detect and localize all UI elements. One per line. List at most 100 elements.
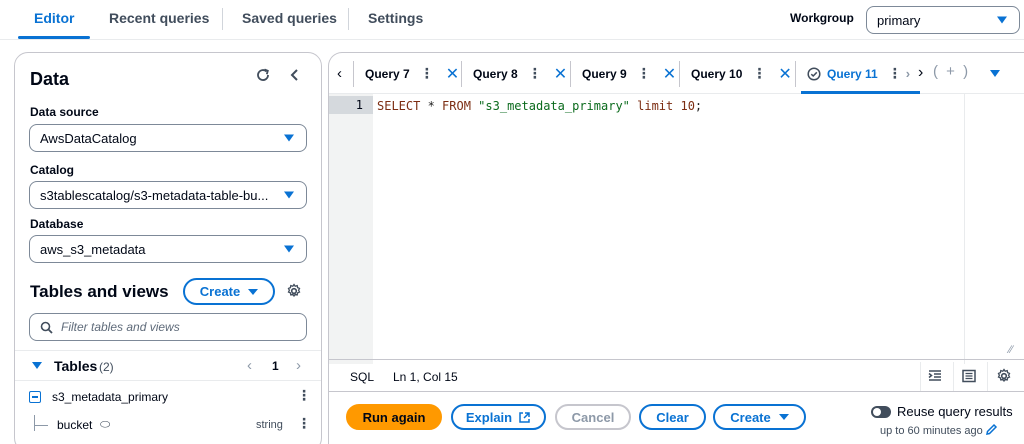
chevron-down-icon [997,16,1007,24]
tab-divider [353,61,354,87]
workgroup-label: Workgroup [790,11,854,25]
more-icon[interactable]: ⋮ [888,65,902,82]
tab-divider [348,8,349,30]
edit-pencil-icon[interactable] [985,423,998,441]
truncated-close-icon[interactable]: › [906,66,910,81]
more-icon[interactable]: ⋮ [420,65,434,82]
expand-icon[interactable] [32,362,42,369]
query-editor-panel: ‹ Query 7 ⋮ ✕ Query 8 ⋮ ✕ Query 9 ⋮ ✕ Qu… [328,52,1024,392]
code-string: "s3_metadata_primary" [478,99,630,113]
tab-divider [222,8,223,30]
caret-down-icon [778,414,789,420]
gear-icon[interactable] [286,283,302,304]
divider [920,362,921,391]
collapse-panel-icon[interactable] [287,67,303,88]
tab-label: Query 10 [691,66,743,81]
tab-label: Query 8 [473,66,518,81]
editor-status-bar: SQL Ln 1, Col 15 [329,359,1024,391]
tab-divider [461,61,462,87]
format-query-icon[interactable] [927,368,943,387]
table-menu-icon[interactable]: ⋮ [297,387,311,404]
close-icon[interactable]: ✕ [663,64,676,84]
add-tab-icon[interactable]: ( + ) [933,63,970,80]
filter-tables-input[interactable]: Filter tables and views [29,313,307,341]
clear-button[interactable]: Clear [639,404,706,430]
run-again-button[interactable]: Run again [346,404,442,430]
data-source-label: Data source [30,105,99,119]
code-operator: * [420,99,443,113]
create-label: Create [199,284,241,299]
tab-query-7[interactable]: Query 7 ⋮ ✕ [365,53,459,94]
tab-recent-queries[interactable]: Recent queries [109,0,209,40]
query-tabs: ‹ Query 7 ⋮ ✕ Query 8 ⋮ ✕ Query 9 ⋮ ✕ Qu… [329,53,1024,94]
create-table-button[interactable]: Create [183,278,275,305]
refresh-icon[interactable] [255,67,271,88]
cursor-position: Ln 1, Col 15 [393,370,458,384]
sql-editor[interactable]: 1 SELECT * FROM "s3_metadata_primary" li… [329,94,1024,364]
database-value: aws_s3_metadata [40,241,146,257]
more-icon[interactable]: ⋮ [637,65,651,82]
tables-header[interactable]: Tables (2) ‹ 1 › [15,351,321,381]
tables-and-views-title: Tables and views [30,282,169,301]
code-terminator: ; [694,99,703,113]
chevron-down-icon [284,191,294,199]
database-select[interactable]: aws_s3_metadata [29,235,307,263]
collapse-icon[interactable] [29,391,41,403]
gear-icon[interactable] [996,368,1012,387]
tab-label: Query 7 [365,66,410,81]
code-line[interactable]: SELECT * FROM "s3_metadata_primary" limi… [377,97,702,115]
tab-saved-queries[interactable]: Saved queries [242,0,337,40]
next-page-icon[interactable]: › [296,357,301,374]
tables-count: (2) [99,360,114,374]
close-icon[interactable]: ✕ [778,64,791,84]
more-icon[interactable]: ⋮ [528,65,542,82]
close-icon[interactable]: ✕ [446,64,459,84]
data-source-select[interactable]: AwsDataCatalog [29,124,307,152]
reuse-results-label: Reuse query results [897,404,1013,419]
table-row[interactable]: s3_metadata_primary ⋮ [15,387,321,415]
tab-editor[interactable]: Editor [17,0,92,40]
print-margin [964,94,965,364]
workgroup-select[interactable]: primary [866,6,1020,34]
tab-settings[interactable]: Settings [368,0,423,40]
close-icon[interactable]: ✕ [554,64,567,84]
divider [953,362,954,391]
code-keyword: FROM [442,99,479,113]
prev-page-icon[interactable]: ‹ [247,357,252,374]
search-icon [40,321,53,334]
scroll-right-icon[interactable]: › [918,64,923,82]
reuse-results-toggle[interactable] [871,406,891,418]
tab-query-8[interactable]: Query 8 ⋮ ✕ [473,53,567,94]
scroll-left-icon[interactable]: ‹ [337,65,342,82]
language-label: SQL [350,370,375,384]
explain-button[interactable]: Explain [451,404,546,430]
create-button[interactable]: Create [713,404,806,430]
tab-divider [795,61,796,87]
tables-label: Tables [54,358,98,374]
code-number: 10 [680,99,695,113]
success-check-icon [807,66,821,81]
tab-label: Query 9 [582,66,627,81]
reuse-results-subtext: up to 60 minutes ago [880,425,983,437]
resize-handle-icon[interactable]: ∕∕ [1009,344,1013,356]
tab-query-11[interactable]: Query 11 ⋮ › [800,53,921,94]
tab-query-10[interactable]: Query 10 ⋮ ✕ [691,53,792,94]
filter-placeholder: Filter tables and views [61,320,180,334]
code-keyword: limit [629,99,681,113]
tree-line [34,425,48,426]
more-icon[interactable]: ⋮ [752,65,766,82]
tabs-menu-icon[interactable] [990,70,1000,77]
line-number: 1 [329,96,373,114]
column-row[interactable]: bucket ⬭ string ⋮ [15,415,321,443]
workgroup-value: primary [877,12,921,28]
page-number[interactable]: 1 [272,359,279,373]
tab-query-9[interactable]: Query 9 ⋮ ✕ [582,53,676,94]
keyboard-icon[interactable] [961,368,977,387]
data-panel: Data Data source AwsDataCatalog Catalog … [14,52,322,444]
column-type: string [256,419,283,431]
catalog-select[interactable]: s3tablescatalog/s3-metadata-table-bu... [29,181,307,209]
catalog-label: Catalog [30,163,75,177]
tab-divider [570,61,571,87]
cancel-button[interactable]: Cancel [555,404,631,430]
column-menu-icon[interactable]: ⋮ [297,415,311,432]
